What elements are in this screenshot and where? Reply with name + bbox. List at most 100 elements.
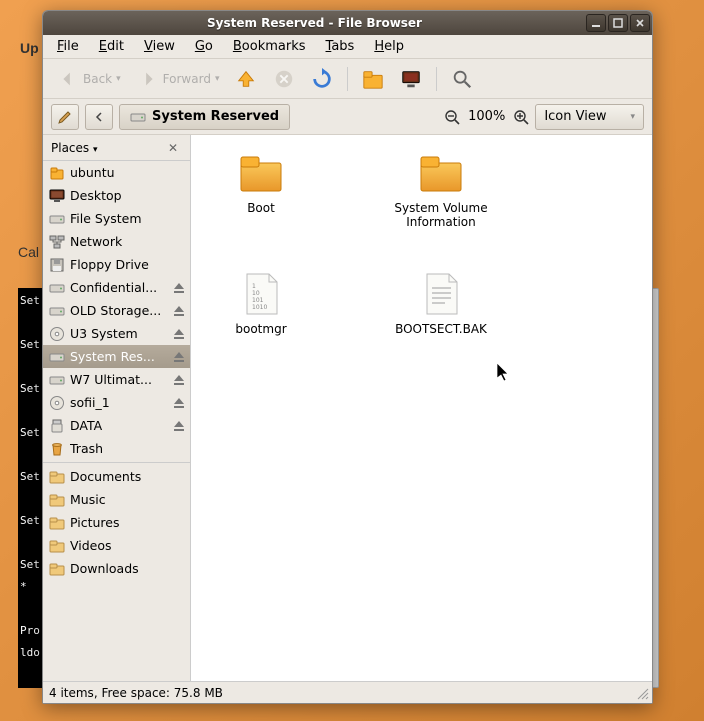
minimize-button[interactable] bbox=[586, 14, 606, 32]
file-label: BOOTSECT.BAK bbox=[395, 322, 487, 336]
file-item-bootmgr[interactable]: 1101011010bootmgr bbox=[211, 270, 311, 336]
eject-button[interactable] bbox=[172, 350, 186, 364]
location-path-button[interactable]: System Reserved bbox=[119, 104, 290, 130]
sidebar: Places ▾ ✕ ubuntu DesktopFile SystemNetwo… bbox=[43, 135, 191, 681]
drive-icon bbox=[49, 303, 65, 319]
back-label: Back bbox=[83, 72, 112, 86]
forward-label: Forward bbox=[163, 72, 211, 86]
eject-button[interactable] bbox=[172, 281, 186, 295]
sidebar-item-file-system[interactable]: File System bbox=[43, 207, 190, 230]
forward-button[interactable]: Forward ▾ bbox=[131, 64, 226, 94]
file-label: System Volume Information bbox=[391, 201, 491, 230]
computer-button[interactable] bbox=[394, 64, 428, 94]
chevron-left-icon bbox=[94, 112, 104, 122]
eject-button[interactable] bbox=[172, 304, 186, 318]
folder-icon bbox=[49, 469, 65, 485]
folder-icon bbox=[237, 149, 285, 197]
stop-button[interactable] bbox=[267, 64, 301, 94]
home-button[interactable] bbox=[356, 64, 390, 94]
home-icon bbox=[49, 165, 65, 181]
sidebar-item-confidential-[interactable]: Confidential... bbox=[43, 276, 190, 299]
sidebar-item-desktop[interactable]: Desktop bbox=[43, 184, 190, 207]
sidebar-item-data[interactable]: DATA bbox=[43, 414, 190, 437]
eject-button[interactable] bbox=[172, 373, 186, 387]
edit-location-button[interactable] bbox=[51, 104, 79, 130]
chevron-down-icon: ▾ bbox=[116, 74, 121, 84]
sidebar-item-w7-ultimat-[interactable]: W7 Ultimat... bbox=[43, 368, 190, 391]
menu-file[interactable]: File bbox=[49, 37, 87, 56]
sidebar-item-trash[interactable]: Trash bbox=[43, 437, 190, 460]
back-arrow-icon bbox=[57, 68, 79, 90]
svg-text:10: 10 bbox=[252, 290, 260, 297]
content-area[interactable]: Boot System Volume Information 1101011010b… bbox=[191, 135, 652, 681]
resize-grip[interactable] bbox=[636, 687, 650, 701]
sidebar-item-sofii-1[interactable]: sofii_1 bbox=[43, 391, 190, 414]
view-mode-combo[interactable]: Icon View ▾ bbox=[535, 104, 644, 130]
titlebar[interactable]: System Reserved - File Browser bbox=[43, 11, 652, 35]
chevron-down-icon[interactable]: ▾ bbox=[93, 145, 98, 155]
eject-button[interactable] bbox=[172, 327, 186, 341]
folder-icon bbox=[49, 492, 65, 508]
maximize-button[interactable] bbox=[608, 14, 628, 32]
file-item-boot[interactable]: Boot bbox=[211, 149, 311, 230]
sidebar-item-label: Videos bbox=[70, 538, 186, 553]
file-item-bootsect-bak[interactable]: BOOTSECT.BAK bbox=[391, 270, 491, 336]
folder-icon bbox=[49, 538, 65, 554]
separator bbox=[347, 67, 348, 91]
reload-icon bbox=[311, 68, 333, 90]
home-icon bbox=[362, 68, 384, 90]
usb-icon bbox=[49, 418, 65, 434]
chevron-down-icon: ▾ bbox=[215, 74, 220, 84]
up-button[interactable] bbox=[229, 64, 263, 94]
sidebar-item-videos[interactable]: Videos bbox=[43, 534, 190, 557]
sidebar-item-system-res-[interactable]: System Res... bbox=[43, 345, 190, 368]
computer-icon bbox=[400, 68, 422, 90]
zoom-out-button[interactable] bbox=[444, 109, 460, 125]
menu-help[interactable]: Help bbox=[366, 37, 412, 56]
drive-icon bbox=[49, 349, 65, 365]
sidebar-close-button[interactable]: ✕ bbox=[168, 141, 182, 155]
search-icon bbox=[451, 68, 473, 90]
location-bar: System Reserved 100% Icon View ▾ bbox=[43, 99, 652, 135]
sidebar-item-music[interactable]: Music bbox=[43, 488, 190, 511]
eject-button[interactable] bbox=[172, 419, 186, 433]
sidebar-item-floppy-drive[interactable]: Floppy Drive bbox=[43, 253, 190, 276]
file-label: Boot bbox=[247, 201, 275, 215]
zoom-level: 100% bbox=[468, 109, 505, 124]
floppy-icon bbox=[49, 257, 65, 273]
separator bbox=[43, 462, 190, 463]
sidebar-item-label: System Res... bbox=[70, 349, 167, 364]
menu-tabs[interactable]: Tabs bbox=[318, 37, 363, 56]
back-button[interactable]: Back ▾ bbox=[51, 64, 127, 94]
folder-icon bbox=[49, 561, 65, 577]
file-item-system-volume-information[interactable]: System Volume Information bbox=[391, 149, 491, 230]
svg-text:1: 1 bbox=[252, 283, 256, 290]
window-title: System Reserved - File Browser bbox=[45, 16, 584, 30]
menu-go[interactable]: Go bbox=[187, 37, 221, 56]
sidebar-item-old-storage-[interactable]: OLD Storage... bbox=[43, 299, 190, 322]
sidebar-item-label: Floppy Drive bbox=[70, 257, 186, 272]
sidebar-item-label: U3 System bbox=[70, 326, 167, 341]
sidebar-item-label: W7 Ultimat... bbox=[70, 372, 167, 387]
reload-button[interactable] bbox=[305, 64, 339, 94]
sidebar-item-u3-system[interactable]: U3 System bbox=[43, 322, 190, 345]
chevron-down-icon: ▾ bbox=[630, 112, 635, 122]
eject-button[interactable] bbox=[172, 396, 186, 410]
search-button[interactable] bbox=[445, 64, 479, 94]
close-button[interactable] bbox=[630, 14, 650, 32]
menu-edit[interactable]: Edit bbox=[91, 37, 132, 56]
sidebar-item-pictures[interactable]: Pictures bbox=[43, 511, 190, 534]
path-back-button[interactable] bbox=[85, 104, 113, 130]
zoom-in-button[interactable] bbox=[513, 109, 529, 125]
bg-text: Up bbox=[20, 40, 39, 56]
sidebar-item-documents[interactable]: Documents bbox=[43, 465, 190, 488]
menu-view[interactable]: View bbox=[136, 37, 183, 56]
sidebar-item-label: ubuntu bbox=[70, 165, 186, 180]
sidebar-item-downloads[interactable]: Downloads bbox=[43, 557, 190, 580]
view-mode-label: Icon View bbox=[544, 109, 606, 124]
menu-bookmarks[interactable]: Bookmarks bbox=[225, 37, 314, 56]
sidebar-item-ubuntu[interactable]: ubuntu bbox=[43, 161, 190, 184]
file-browser-window: System Reserved - File Browser FileEditV… bbox=[42, 10, 653, 704]
sidebar-item-network[interactable]: Network bbox=[43, 230, 190, 253]
sidebar-title: Places bbox=[51, 141, 89, 155]
